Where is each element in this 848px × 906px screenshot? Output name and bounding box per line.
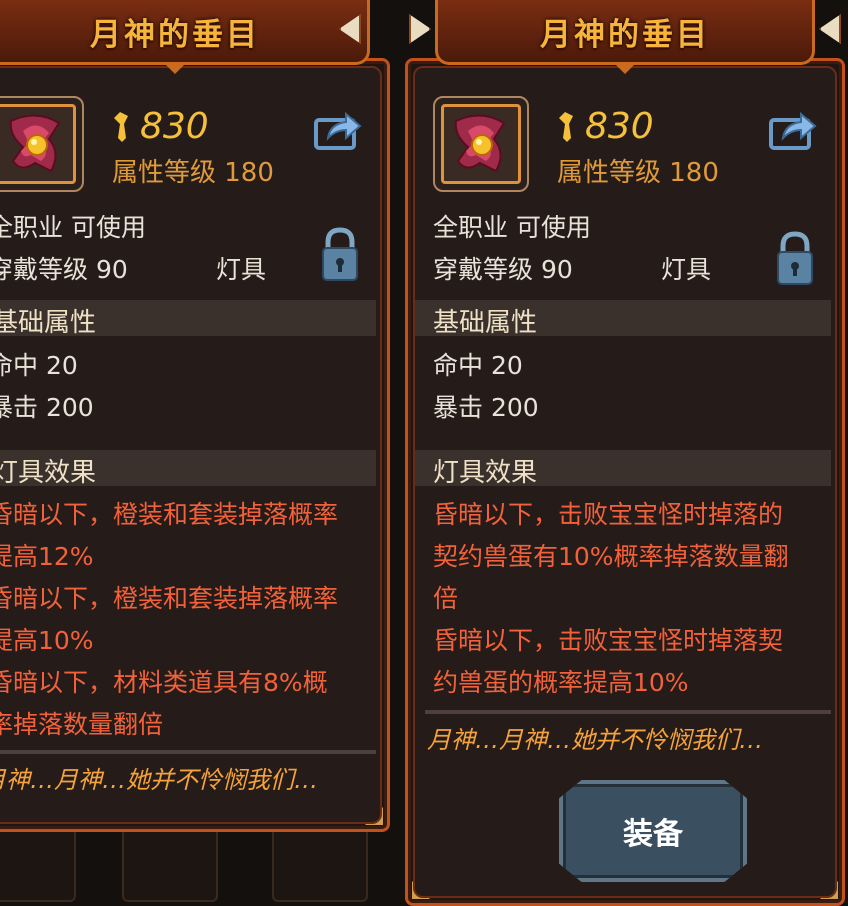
prev-arrow-button[interactable]: [409, 14, 431, 44]
equip-button-label: 装备: [623, 817, 683, 852]
base-attributes-header: 基础属性: [415, 300, 831, 338]
power-display: 830: [557, 106, 654, 147]
inventory-slots: [0, 820, 400, 906]
lock-icon[interactable]: [775, 230, 815, 286]
wear-level: 穿戴等级 90: [433, 255, 573, 284]
effect-line: 昏暗以下，击败宝宝怪时掉落契: [433, 626, 784, 655]
lock-icon[interactable]: [320, 226, 360, 282]
item-tooltip-left: 月神的垂目 830 属性等级 180 全职业 可使用 穿戴等级 90 灯具 基础…: [0, 0, 390, 832]
effect-line: 昏暗以下，材料类道具有8%概: [0, 668, 328, 697]
sword-icon: [559, 111, 573, 142]
item-icon-box: [0, 96, 84, 192]
title-banner: 月神的垂目: [435, 0, 815, 74]
equip-button[interactable]: 装备: [559, 780, 747, 882]
stat-line: 暴击 200: [433, 393, 539, 422]
next-arrow-button[interactable]: [339, 14, 361, 44]
power-display: 830: [112, 106, 209, 147]
section-title: 灯具效果: [0, 458, 97, 488]
share-icon[interactable]: [314, 110, 362, 150]
inventory-slot[interactable]: [122, 828, 218, 902]
divider: [425, 710, 831, 714]
item-title: 月神的垂目: [540, 16, 710, 53]
lamp-effects-header: 灯具效果: [415, 450, 831, 488]
wear-level: 穿戴等级 90: [0, 255, 128, 284]
section-title: 基础属性: [0, 308, 97, 338]
base-attributes-header: 基础属性: [0, 300, 376, 338]
stat-line: 命中 20: [0, 351, 78, 380]
banner-notch: [613, 62, 637, 74]
effect-line: 提高10%: [0, 626, 94, 655]
effect-line: 约兽蛋的概率提高10%: [433, 668, 689, 697]
effect-line: 昏暗以下，橙装和套装掉落概率: [0, 500, 339, 529]
item-icon-frame: [0, 104, 76, 184]
title-banner: 月神的垂目: [0, 0, 370, 74]
effect-line: 倍: [433, 584, 459, 613]
stat-line: 暴击 200: [0, 393, 94, 422]
inventory-slot[interactable]: [272, 828, 368, 902]
effect-line: 提高12%: [0, 542, 94, 571]
attribute-level: 属性等级 180: [557, 158, 719, 188]
next-arrow-button[interactable]: [819, 14, 841, 44]
item-icon-box: [433, 96, 529, 192]
item-title: 月神的垂目: [90, 16, 260, 53]
section-title: 基础属性: [433, 308, 538, 338]
effect-line: 昏暗以下，橙装和套装掉落概率: [0, 584, 339, 613]
item-type: 灯具: [216, 255, 267, 284]
inventory-slot[interactable]: [0, 828, 76, 902]
lamp-effects-header: 灯具效果: [0, 450, 376, 488]
effect-line: 率掉落数量翻倍: [0, 710, 164, 739]
stat-line: 命中 20: [433, 351, 523, 380]
power-value: 830: [140, 106, 209, 147]
class-requirement: 全职业 可使用: [433, 213, 591, 242]
item-type: 灯具: [661, 255, 712, 284]
section-title: 灯具效果: [433, 458, 538, 488]
effect-line: 契约兽蛋有10%概率掉落数量翻: [433, 542, 789, 571]
lantern-gem-icon: [454, 114, 506, 173]
banner-notch: [163, 62, 187, 74]
flavor-text: 月神…月神…她并不怜悯我们…: [427, 726, 763, 754]
power-value: 830: [585, 106, 654, 147]
item-icon-frame: [441, 104, 521, 184]
divider: [0, 750, 376, 754]
effect-line: 昏暗以下，击败宝宝怪时掉落的: [433, 500, 784, 529]
lantern-gem-icon: [9, 114, 61, 173]
share-icon[interactable]: [769, 110, 817, 150]
sword-icon: [114, 111, 128, 142]
flavor-text: 月神…月神…她并不怜悯我们…: [0, 766, 318, 794]
attribute-level: 属性等级 180: [112, 158, 274, 188]
item-tooltip-right: 月神的垂目 830 属性等级 180 全职业 可使用 穿戴等级 90 灯具 基础…: [405, 0, 845, 906]
class-requirement: 全职业 可使用: [0, 213, 146, 242]
